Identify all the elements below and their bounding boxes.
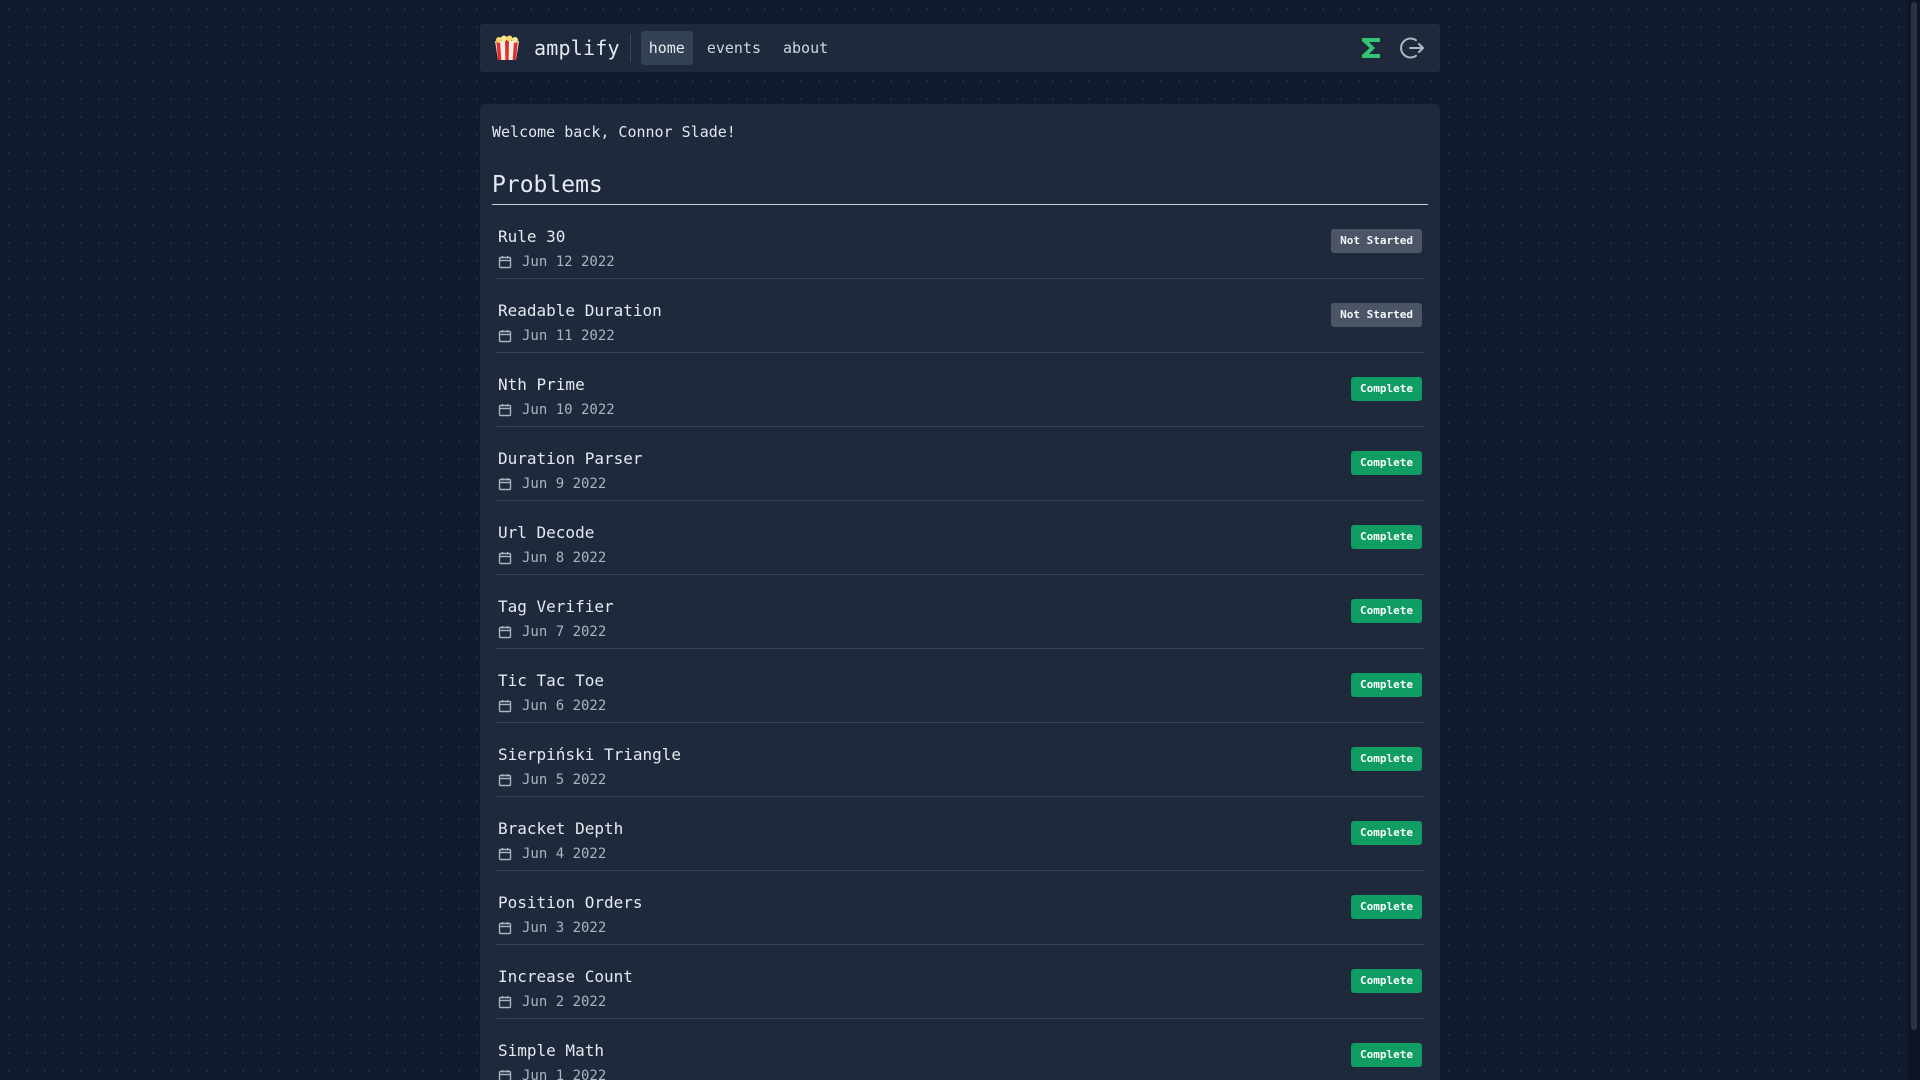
status-badge: Complete — [1351, 377, 1422, 401]
problem-date: Jun 9 2022 — [498, 475, 606, 493]
problem-date-text: Jun 10 2022 — [522, 402, 615, 418]
problems-heading: Problems — [492, 170, 1428, 205]
problem-row[interactable]: Tag Verifier Jun 7 2022 Complete — [496, 575, 1424, 649]
problem-row[interactable]: Nth Prime Jun 10 2022 Complete — [496, 353, 1424, 427]
problem-date-text: Jun 6 2022 — [522, 698, 607, 714]
problem-row[interactable]: Increase Count Jun 2 2022 Complete — [496, 945, 1424, 1019]
problem-name[interactable]: Nth Prime — [498, 375, 585, 395]
problem-date-text: Jun 5 2022 — [522, 772, 607, 788]
scrollbar-thumb[interactable] — [1911, 2, 1917, 1030]
calendar-icon — [498, 256, 512, 269]
brand-name[interactable]: amplify — [534, 36, 620, 60]
problem-row[interactable]: Bracket Depth Jun 4 2022 Complete — [496, 797, 1424, 871]
main-card: Welcome back, Connor Slade! Problems Rul… — [480, 104, 1440, 1080]
calendar-icon — [498, 848, 512, 861]
problem-name[interactable]: Url Decode — [498, 523, 594, 543]
status-badge: Complete — [1351, 1043, 1422, 1067]
calendar-icon — [498, 330, 512, 343]
problem-date: Jun 5 2022 — [498, 771, 606, 789]
problem-name[interactable]: Sierpiński Triangle — [498, 745, 681, 765]
problem-name[interactable]: Bracket Depth — [498, 819, 623, 839]
problem-name[interactable]: Tag Verifier — [498, 597, 614, 617]
problem-date: Jun 4 2022 — [498, 845, 606, 863]
problem-row[interactable]: Simple Math Jun 1 2022 Complete — [496, 1019, 1424, 1080]
problem-date: Jun 10 2022 — [498, 401, 615, 419]
problem-date-text: Jun 4 2022 — [522, 846, 607, 862]
status-badge: Complete — [1351, 673, 1422, 697]
admin-button[interactable] — [1356, 33, 1386, 63]
problem-date: Jun 11 2022 — [498, 327, 615, 345]
problem-date-text: Jun 2 2022 — [522, 994, 607, 1010]
status-badge: Complete — [1351, 599, 1422, 623]
problem-row[interactable]: Rule 30 Jun 12 2022 Not Started — [496, 205, 1424, 279]
calendar-icon — [498, 626, 512, 639]
problem-name[interactable]: Readable Duration — [498, 301, 662, 321]
nav-link-home[interactable]: home — [640, 31, 693, 65]
calendar-icon — [498, 478, 512, 491]
calendar-icon — [498, 552, 512, 565]
status-badge: Not Started — [1331, 229, 1422, 253]
welcome-message: Welcome back, Connor Slade! — [492, 123, 736, 141]
problem-date-text: Jun 8 2022 — [522, 550, 607, 566]
logout-button[interactable] — [1398, 33, 1428, 63]
calendar-icon — [498, 922, 512, 935]
status-badge: Complete — [1351, 747, 1422, 771]
problem-name[interactable]: Simple Math — [498, 1041, 604, 1061]
problem-date-text: Jun 12 2022 — [522, 254, 615, 270]
status-badge: Complete — [1351, 895, 1422, 919]
status-badge: Complete — [1351, 525, 1422, 549]
problem-name[interactable]: Rule 30 — [498, 227, 565, 247]
problem-row[interactable]: Tic Tac Toe Jun 6 2022 Complete — [496, 649, 1424, 723]
sigma-icon — [1362, 38, 1380, 58]
problem-date: Jun 2 2022 — [498, 993, 606, 1011]
calendar-icon — [498, 700, 512, 713]
problem-list: Rule 30 Jun 12 2022 Not Started Readable Du… — [492, 205, 1428, 1080]
status-badge: Complete — [1351, 969, 1422, 993]
calendar-icon — [498, 404, 512, 417]
problem-date: Jun 7 2022 — [498, 623, 606, 641]
nav-divider — [629, 34, 631, 62]
calendar-icon — [498, 774, 512, 787]
problem-name[interactable]: Tic Tac Toe — [498, 671, 604, 691]
calendar-icon — [498, 1070, 512, 1080]
problem-date: Jun 6 2022 — [498, 697, 606, 715]
problem-date: Jun 8 2022 — [498, 549, 606, 567]
popcorn-icon[interactable] — [492, 35, 522, 61]
nav-link-events[interactable]: events — [699, 31, 769, 65]
problem-date-text: Jun 3 2022 — [522, 920, 607, 936]
problem-row[interactable]: Url Decode Jun 8 2022 Complete — [496, 501, 1424, 575]
problem-row[interactable]: Duration Parser Jun 9 2022 Complete — [496, 427, 1424, 501]
problem-row[interactable]: Readable Duration Jun 11 2022 Not Started — [496, 279, 1424, 353]
problem-date-text: Jun 9 2022 — [522, 476, 607, 492]
status-badge: Complete — [1351, 451, 1422, 475]
problem-date-text: Jun 7 2022 — [522, 624, 607, 640]
problem-name[interactable]: Increase Count — [498, 967, 633, 987]
problem-date-text: Jun 11 2022 — [522, 328, 615, 344]
calendar-icon — [498, 996, 512, 1009]
logout-icon — [1400, 37, 1424, 59]
problem-date: Jun 3 2022 — [498, 919, 606, 937]
problem-name[interactable]: Duration Parser — [498, 449, 643, 469]
problem-row[interactable]: Position Orders Jun 3 2022 Complete — [496, 871, 1424, 945]
top-navbar: amplify home events about — [480, 24, 1440, 72]
status-badge: Not Started — [1331, 303, 1422, 327]
problem-date: Jun 12 2022 — [498, 253, 615, 271]
problem-date: Jun 1 2022 — [498, 1067, 606, 1080]
problem-row[interactable]: Sierpiński Triangle Jun 5 2022 Complete — [496, 723, 1424, 797]
status-badge: Complete — [1351, 821, 1422, 845]
nav-link-about[interactable]: about — [775, 31, 836, 65]
page-scrollbar[interactable] — [1908, 0, 1920, 1080]
problem-date-text: Jun 1 2022 — [522, 1068, 607, 1080]
problem-name[interactable]: Position Orders — [498, 893, 643, 913]
